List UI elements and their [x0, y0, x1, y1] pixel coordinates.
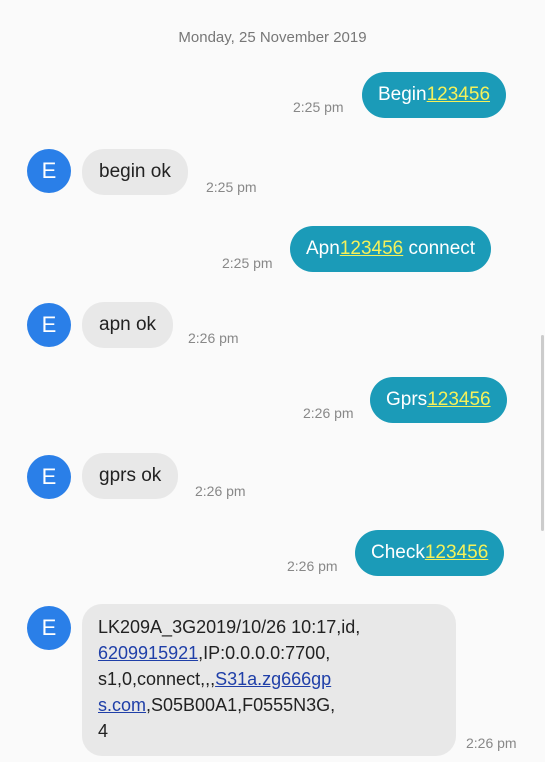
outgoing-message[interactable]: Gprs123456 — [370, 377, 507, 423]
incoming-message[interactable]: begin ok — [82, 149, 188, 195]
phone-code-link[interactable]: 123456 — [340, 238, 403, 259]
message-text: 4 — [98, 721, 109, 741]
phone-code-link[interactable]: 123456 — [427, 389, 490, 410]
command-text: Gprs — [386, 389, 428, 410]
message-timestamp: 2:26 pm — [188, 330, 239, 346]
command-text: Check — [371, 542, 425, 563]
url-link[interactable]: s.com — [98, 695, 146, 715]
date-separator: Monday, 25 November 2019 — [178, 29, 367, 46]
outgoing-message[interactable]: Apn123456 connect — [290, 226, 492, 272]
message-text: LK209A_3G2019/10/26 10:17,id, — [98, 617, 361, 637]
message-text: s1,0,connect,,, — [98, 669, 216, 689]
phone-number-link[interactable]: 6209915921 — [98, 643, 198, 663]
command-text: Apn — [306, 238, 340, 259]
outgoing-message[interactable]: Begin123456 — [362, 72, 507, 118]
message-timestamp: 2:26 pm — [303, 405, 354, 421]
message-timestamp: 2:26 pm — [466, 735, 517, 751]
incoming-message[interactable]: LK209A_3G2019/10/26 10:17,id, 6209915921… — [82, 604, 456, 756]
phone-code-link[interactable]: 123456 — [427, 84, 490, 105]
contact-avatar[interactable]: E — [27, 303, 71, 347]
incoming-message[interactable]: apn ok — [82, 302, 174, 348]
scrollbar[interactable] — [541, 335, 544, 531]
message-timestamp: 2:25 pm — [293, 99, 344, 115]
contact-avatar[interactable]: E — [27, 149, 71, 193]
message-timestamp: 2:26 pm — [195, 483, 246, 499]
message-text: ,S05B00A1,F0555N3G, — [146, 695, 336, 715]
incoming-message[interactable]: gprs ok — [82, 453, 179, 499]
contact-avatar[interactable]: E — [27, 606, 71, 650]
command-text: Begin — [378, 84, 427, 105]
phone-code-link[interactable]: 123456 — [425, 542, 488, 563]
message-timestamp: 2:26 pm — [287, 558, 338, 574]
command-suffix: connect — [403, 238, 476, 259]
message-text: ,IP:0.0.0.0:7700, — [198, 643, 331, 663]
message-timestamp: 2:25 pm — [206, 179, 257, 195]
outgoing-message[interactable]: Check123456 — [355, 530, 505, 576]
url-link[interactable]: S31a.zg666gp — [215, 669, 331, 689]
contact-avatar[interactable]: E — [27, 455, 71, 499]
message-timestamp: 2:25 pm — [222, 255, 273, 271]
